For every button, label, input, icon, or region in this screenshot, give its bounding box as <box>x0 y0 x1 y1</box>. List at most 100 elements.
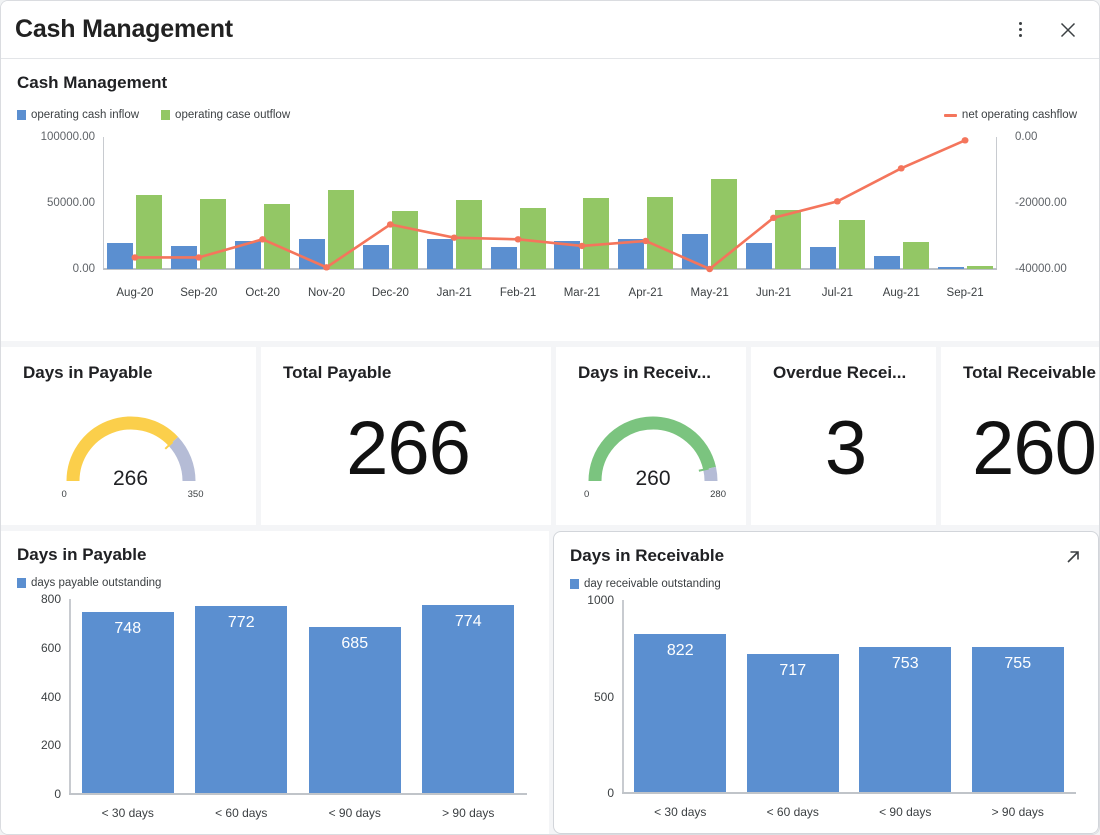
x-axis-label: < 60 days <box>215 806 268 820</box>
page-title: Cash Management <box>15 15 233 43</box>
gauge: 260 0 280 <box>578 405 728 500</box>
gauge-value: 266 <box>112 467 149 490</box>
bar-value-label: 685 <box>341 634 369 652</box>
chart-legend: operating cash inflow operating case out… <box>17 107 1083 123</box>
window-actions <box>1007 17 1081 43</box>
bar[interactable]: 753 <box>859 647 952 792</box>
legend-swatch-icon <box>570 579 579 589</box>
kpi-card-days-in-payable[interactable]: Days in Payable 266 0 350 <box>1 347 256 525</box>
kpi-title: Total Payable <box>283 363 392 382</box>
x-axis-label: Sep-20 <box>180 287 218 299</box>
axis-tick-label: -20000.00 <box>1015 197 1067 209</box>
bar-value-label: 748 <box>114 619 142 637</box>
kpi-body: 260 <box>963 383 1099 515</box>
x-axis-labels: < 30 days < 60 days < 90 days > 90 days <box>624 805 1074 819</box>
bar-value-label: 755 <box>1004 655 1032 673</box>
bar[interactable]: 774 <box>422 605 515 793</box>
x-axis-label: Oct-20 <box>245 287 280 299</box>
kpi-value: 3 <box>824 406 867 491</box>
x-axis-label: Nov-20 <box>307 287 346 299</box>
x-axis-line <box>622 792 1076 794</box>
cash-management-chart-panel: Cash Management operating cash inflow op… <box>1 59 1099 341</box>
gauge-max-label: 350 <box>187 489 204 500</box>
legend-swatch-icon <box>161 110 171 120</box>
axis-tick-label: 100000.00 <box>40 131 95 143</box>
y-axis-tick-label: 1000 <box>587 593 614 607</box>
legend-swatch-icon <box>17 110 26 120</box>
y-axis-ticks: 0 200 400 600 800 <box>17 592 69 801</box>
bar-slot: 755 <box>962 600 1075 792</box>
expand-arrow-icon[interactable] <box>1064 548 1082 571</box>
kpi-body: 266 0 350 <box>23 383 238 515</box>
x-axis-label: Jan-21 <box>436 287 472 299</box>
close-icon[interactable] <box>1055 17 1081 43</box>
legend-label: days payable outstanding <box>31 577 162 589</box>
kpi-card-days-in-receiv[interactable]: Days in Receiv... 260 0 280 <box>556 347 746 525</box>
bar[interactable]: 717 <box>746 654 839 792</box>
kpi-title: Overdue Recei... <box>773 363 907 382</box>
bar-value-label: 774 <box>454 613 482 631</box>
y-axis-tick-label: 500 <box>593 689 614 704</box>
x-axis-label: May-21 <box>690 287 729 299</box>
days-in-payable-chart: 0 200 400 600 800 748 772 685 774 < 30 days < 60… <box>17 592 535 828</box>
combo-x-axis-labels: Aug-20 Sep-20 Oct-20 Nov-20 Dec-20 Jan-21 Feb-… <box>103 287 997 299</box>
x-axis-label: < 90 days <box>328 806 381 820</box>
x-axis-label: Aug-21 <box>882 287 920 299</box>
x-axis-label: < 30 days <box>101 806 154 820</box>
legend-item-days-payable-outstanding[interactable]: days payable outstanding <box>17 577 161 589</box>
kpi-card-overdue-recei[interactable]: Overdue Recei... 3 <box>751 347 936 525</box>
bar[interactable]: 822 <box>634 634 727 792</box>
bar-group: 822 717 753 755 <box>624 600 1074 792</box>
gauge: 266 0 350 <box>56 405 206 500</box>
gauge-min-label: 0 <box>584 489 590 500</box>
y-axis-tick-label: 400 <box>40 689 61 704</box>
bar-slot: 774 <box>412 599 526 793</box>
x-axis-label: Feb-21 <box>499 287 537 299</box>
days-in-receivable-panel[interactable]: Days in Receivable day receivable outsta… <box>553 531 1099 834</box>
legend-item-day-receivable-outstanding[interactable]: day receivable outstanding <box>570 578 721 590</box>
cash-management-window: Cash Management Cash Management operatin… <box>0 0 1100 835</box>
legend-label: operating cash inflow <box>31 109 140 121</box>
kpi-card-total-receivable[interactable]: Total Receivable 260 <box>941 347 1099 525</box>
x-axis-label: Jul-21 <box>821 287 854 299</box>
y-axis-tick-label: 600 <box>40 640 61 655</box>
combo-chart: 0.00 50000.00 100000.00 -40000.00 -20000.00… <box>17 129 1083 309</box>
bar[interactable]: 772 <box>195 605 288 793</box>
y-axis-tick-label: 800 <box>40 592 61 606</box>
legend-item-operating-cash-inflow[interactable]: operating cash inflow <box>17 109 139 121</box>
panel-title: Days in Payable <box>17 545 147 564</box>
legend-label: day receivable outstanding <box>584 578 721 590</box>
days-in-receivable-chart: 0 500 1000 822 717 753 755 < 30 days < 60 days… <box>570 593 1084 827</box>
chart-panel-title: Cash Management <box>17 73 168 92</box>
kpi-card-total-payable[interactable]: Total Payable 266 <box>261 347 551 525</box>
axis-tick-label: 0.00 <box>72 263 95 275</box>
days-in-payable-panel: Days in Payable days payable outstanding… <box>1 531 549 834</box>
x-axis-label: Aug-20 <box>116 287 154 299</box>
axis-tick-label: -40000.00 <box>1015 263 1067 275</box>
kpi-body: 260 0 280 <box>578 383 728 515</box>
legend-item-operating-case-outflow[interactable]: operating case outflow <box>161 109 290 121</box>
x-axis-label: Apr-21 <box>628 287 664 299</box>
bar[interactable]: 685 <box>308 626 401 793</box>
x-axis-label: > 90 days <box>991 805 1044 819</box>
legend-label: net operating cashflow <box>961 109 1077 121</box>
legend-label: operating case outflow <box>175 109 291 121</box>
bar-value-label: 717 <box>779 662 807 680</box>
kebab-menu-icon[interactable] <box>1007 17 1033 43</box>
bar-slot: 685 <box>298 599 412 793</box>
bar[interactable]: 748 <box>81 611 174 793</box>
x-axis-label: < 30 days <box>654 805 707 819</box>
x-axis-label: < 90 days <box>879 805 932 819</box>
bar-group: 748 772 685 774 <box>71 599 525 793</box>
legend-line-icon <box>943 113 957 117</box>
legend-item-net-operating-cashflow[interactable]: net operating cashflow <box>943 109 1077 121</box>
kpi-value: 266 <box>346 406 471 491</box>
bar[interactable]: 755 <box>971 647 1064 792</box>
axis-tick-label: 50000.00 <box>47 197 95 209</box>
kpi-title: Total Receivable <box>963 363 1096 382</box>
kpi-title: Days in Receiv... <box>578 363 711 382</box>
x-axis-label: Mar-21 <box>563 287 601 299</box>
panel-title: Days in Receivable <box>570 546 725 565</box>
bar-value-label: 822 <box>666 642 694 660</box>
legend-swatch-icon <box>17 578 26 588</box>
